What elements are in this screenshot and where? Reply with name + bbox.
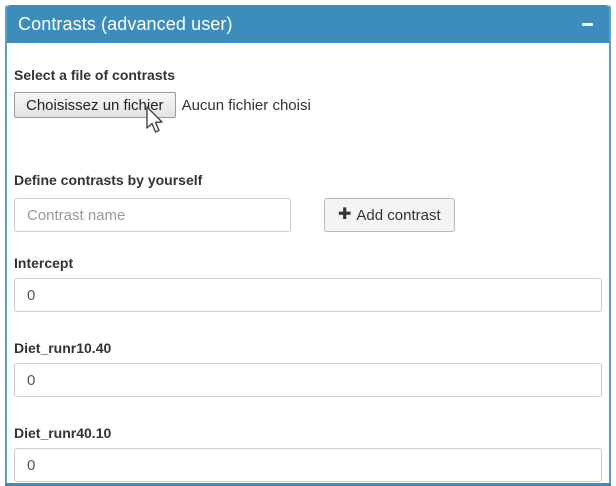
contrast-name-input[interactable] <box>14 198 291 232</box>
diet-runr40-10-label: Diet_runr40.10 <box>14 425 602 442</box>
contrast-field-diet-runr10-40: Diet_runr10.40 <box>14 340 602 397</box>
add-contrast-button[interactable]: ✚ Add contrast <box>324 198 455 232</box>
file-input: Choisissez un fichier Aucun fichier choi… <box>14 92 602 118</box>
diet-runr10-40-label: Diet_runr10.40 <box>14 340 602 357</box>
contrasts-panel: Contrasts (advanced user) Select a file … <box>5 5 611 486</box>
add-contrast-label: Add contrast <box>356 207 440 224</box>
panel-body: Select a file of contrasts Choisissez un… <box>7 43 609 482</box>
file-section-label: Select a file of contrasts <box>14 67 602 84</box>
minus-icon <box>582 23 593 26</box>
collapse-button[interactable] <box>575 12 599 36</box>
contrast-field-intercept: Intercept <box>14 255 602 312</box>
plus-icon: ✚ <box>338 207 351 223</box>
diet-runr10-40-input[interactable] <box>14 363 602 397</box>
panel-header[interactable]: Contrasts (advanced user) <box>7 5 609 43</box>
panel-title: Contrasts (advanced user) <box>18 14 233 35</box>
intercept-label: Intercept <box>14 255 602 272</box>
contrast-field-diet-runr40-10: Diet_runr40.10 <box>14 425 602 482</box>
define-section-label: Define contrasts by yourself <box>14 172 602 189</box>
intercept-input[interactable] <box>14 278 602 312</box>
contrast-row: ✚ Add contrast <box>14 198 602 232</box>
diet-runr40-10-input[interactable] <box>14 448 602 482</box>
choose-file-button[interactable]: Choisissez un fichier <box>14 92 176 118</box>
file-status-text: Aucun fichier choisi <box>182 97 311 114</box>
